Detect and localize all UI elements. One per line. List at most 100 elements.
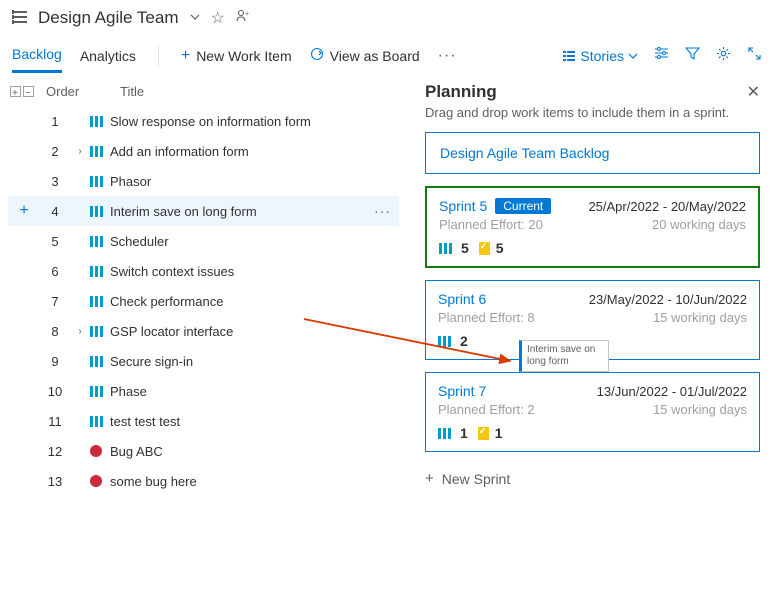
- work-item-title[interactable]: Phasor: [110, 174, 399, 189]
- row-order: 6: [40, 264, 70, 279]
- team-name[interactable]: Design Agile Team: [38, 8, 179, 28]
- backlog-row[interactable]: 12 Bug ABC: [8, 436, 399, 466]
- planning-subtitle: Drag and drop work items to include them…: [425, 105, 760, 120]
- work-item-title[interactable]: Secure sign-in: [110, 354, 399, 369]
- tab-analytics[interactable]: Analytics: [80, 40, 136, 72]
- work-item-title[interactable]: some bug here: [110, 474, 399, 489]
- sprint-name[interactable]: Sprint 6: [438, 291, 486, 307]
- sprint-name[interactable]: Sprint 7: [438, 383, 486, 399]
- work-item-title[interactable]: Switch context issues: [110, 264, 399, 279]
- column-title[interactable]: Title: [102, 84, 144, 99]
- user-story-icon: [438, 336, 451, 347]
- add-child-icon[interactable]: +: [19, 202, 28, 220]
- task-icon: [479, 242, 490, 255]
- plus-icon: +: [181, 47, 190, 65]
- backlog-drop-target[interactable]: Design Agile Team Backlog: [425, 132, 760, 174]
- row-order: 4: [40, 204, 70, 219]
- story-count: 2: [460, 333, 468, 349]
- work-item-title[interactable]: Bug ABC: [110, 444, 399, 459]
- working-days: 20 working days: [652, 217, 746, 232]
- fullscreen-icon[interactable]: [747, 46, 762, 65]
- backlog-row[interactable]: 1 Slow response on information form: [8, 106, 399, 136]
- expand-all-icon[interactable]: [10, 86, 21, 97]
- user-story-icon: [90, 356, 103, 367]
- row-order: 8: [40, 324, 70, 339]
- row-more-actions[interactable]: ···: [374, 203, 391, 219]
- backlog-row[interactable]: 11test test test: [8, 406, 399, 436]
- collapse-all-icon[interactable]: [23, 86, 34, 97]
- backlog-nav-icon: [12, 9, 28, 28]
- board-icon: [310, 47, 324, 64]
- row-order: 1: [40, 114, 70, 129]
- backlog-row[interactable]: 9 Secure sign-in: [8, 346, 399, 376]
- sprint-card[interactable]: Sprint 5Current25/Apr/2022 - 20/May/2022…: [425, 186, 760, 268]
- tab-backlog[interactable]: Backlog: [12, 38, 62, 73]
- column-order[interactable]: Order: [42, 84, 102, 99]
- user-story-icon: [90, 236, 103, 247]
- task-count: 1: [495, 425, 503, 441]
- new-work-item-button[interactable]: + New Work Item: [181, 47, 292, 65]
- stories-label: Stories: [580, 48, 624, 64]
- work-item-title[interactable]: GSP locator interface: [110, 324, 399, 339]
- row-order: 9: [40, 354, 70, 369]
- view-options-icon[interactable]: [654, 46, 669, 65]
- backlog-row[interactable]: 3 Phasor: [8, 166, 399, 196]
- filter-icon[interactable]: [685, 46, 700, 65]
- task-icon: [478, 427, 489, 440]
- work-item-title[interactable]: Check performance: [110, 294, 399, 309]
- user-story-icon: [438, 428, 451, 439]
- user-story-icon: [90, 386, 103, 397]
- work-item-title[interactable]: Interim save on long form: [110, 204, 399, 219]
- drag-ghost-card: Interim save on long form: [519, 340, 609, 372]
- sprint-dates: 13/Jun/2022 - 01/Jul/2022: [597, 384, 747, 399]
- backlog-row[interactable]: +4 Interim save on long form···: [8, 196, 399, 226]
- work-item-title[interactable]: Add an information form: [110, 144, 399, 159]
- current-sprint-badge: Current: [495, 198, 551, 214]
- expand-chevron-icon[interactable]: ›: [70, 326, 90, 337]
- sprint-counts: 55: [439, 240, 746, 256]
- task-count: 5: [496, 240, 504, 256]
- svg-text:+: +: [245, 11, 249, 18]
- planned-effort: Planned Effort: 8: [438, 310, 535, 325]
- user-story-icon: [90, 176, 103, 187]
- story-count: 5: [461, 240, 469, 256]
- new-work-item-label: New Work Item: [196, 48, 291, 64]
- user-story-icon: [90, 266, 103, 277]
- backlog-level-selector[interactable]: Stories: [562, 48, 638, 64]
- backlog-row[interactable]: 7 Check performance: [8, 286, 399, 316]
- planned-effort: Planned Effort: 2: [438, 402, 535, 417]
- team-members-icon[interactable]: +: [235, 8, 251, 28]
- backlog-row[interactable]: 10Phase: [8, 376, 399, 406]
- view-as-board-button[interactable]: View as Board: [310, 47, 420, 64]
- backlog-row[interactable]: 2›Add an information form: [8, 136, 399, 166]
- row-order: 13: [40, 474, 70, 489]
- work-item-title[interactable]: Phase: [110, 384, 399, 399]
- work-item-title[interactable]: test test test: [110, 414, 399, 429]
- planning-title: Planning: [425, 82, 497, 102]
- row-order: 3: [40, 174, 70, 189]
- sprint-card[interactable]: Sprint 7 13/Jun/2022 - 01/Jul/2022 Planned…: [425, 372, 760, 452]
- expand-chevron-icon[interactable]: ›: [70, 146, 90, 157]
- work-item-title[interactable]: Slow response on information form: [110, 114, 399, 129]
- close-planning-button[interactable]: ✕: [747, 82, 760, 102]
- backlog-row[interactable]: 5 Scheduler: [8, 226, 399, 256]
- backlog-row[interactable]: 8› GSP locator interface: [8, 316, 399, 346]
- team-dropdown-chevron[interactable]: [189, 11, 201, 26]
- row-order: 5: [40, 234, 70, 249]
- user-story-icon: [90, 146, 103, 157]
- settings-gear-icon[interactable]: [716, 46, 731, 65]
- backlog-row[interactable]: 6 Switch context issues: [8, 256, 399, 286]
- row-order: 12: [40, 444, 70, 459]
- more-actions-button[interactable]: ···: [438, 47, 457, 65]
- work-item-title[interactable]: Scheduler: [110, 234, 399, 249]
- user-story-icon: [439, 243, 452, 254]
- row-order: 7: [40, 294, 70, 309]
- new-sprint-button[interactable]: + New Sprint: [425, 464, 760, 493]
- favorite-star-icon[interactable]: ☆: [211, 8, 225, 28]
- backlog-row[interactable]: 13 some bug here: [8, 466, 399, 496]
- working-days: 15 working days: [653, 310, 747, 325]
- sprint-name[interactable]: Sprint 5: [439, 198, 487, 214]
- sprint-dates: 23/May/2022 - 10/Jun/2022: [589, 292, 747, 307]
- working-days: 15 working days: [653, 402, 747, 417]
- user-story-icon: [90, 206, 103, 217]
